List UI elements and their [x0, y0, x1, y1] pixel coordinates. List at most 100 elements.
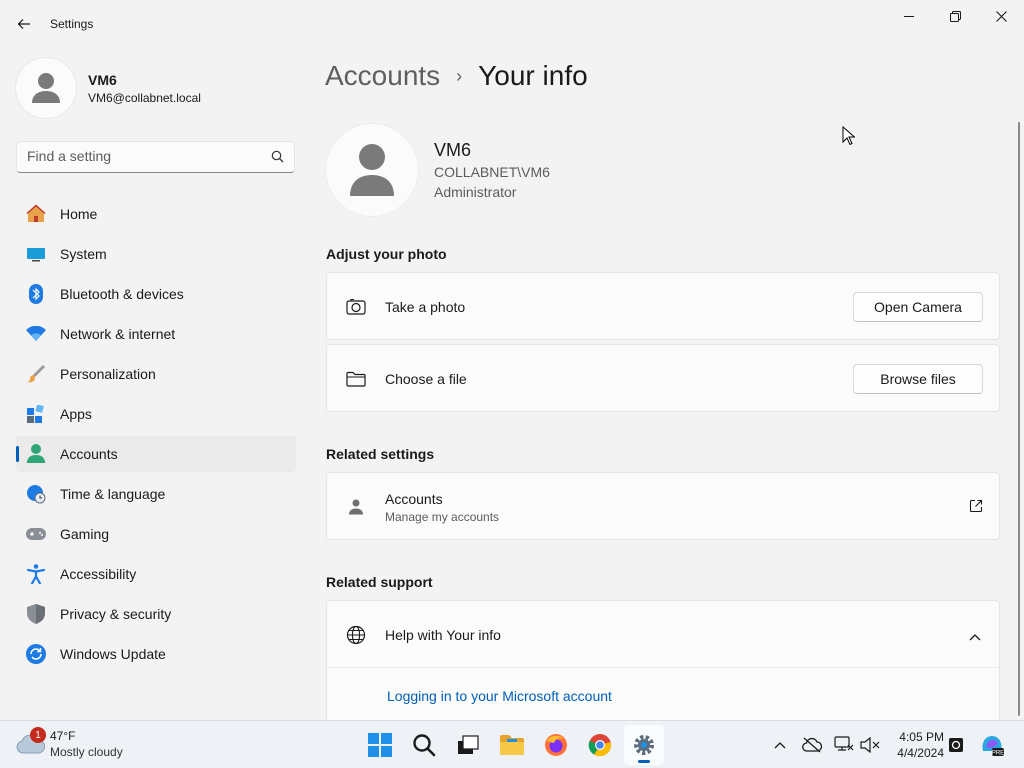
sidebar-item-bluetooth[interactable]: Bluetooth & devices	[16, 276, 296, 312]
chevron-up-icon[interactable]	[969, 628, 981, 646]
globe-clock-icon	[26, 484, 46, 504]
user-avatar	[326, 124, 418, 216]
scrollbar[interactable]	[1018, 122, 1020, 716]
task-view-button[interactable]	[448, 725, 488, 765]
shield-icon	[26, 604, 46, 624]
show-hidden-icons-button[interactable]	[768, 733, 792, 757]
choose-file-card: Choose a file Browse files	[326, 344, 1000, 412]
sidebar-item-label: Gaming	[60, 526, 110, 542]
sidebar-item-network[interactable]: Network & internet	[16, 316, 296, 352]
sidebar-item-apps[interactable]: Apps	[16, 396, 296, 432]
sidebar-item-label: Apps	[60, 406, 92, 422]
sidebar-item-gaming[interactable]: Gaming	[16, 516, 296, 552]
sidebar-profile[interactable]: VM6 VM6@collabnet.local	[16, 58, 296, 118]
dev-build-icon	[949, 738, 963, 752]
gear-icon	[634, 735, 654, 755]
user-role: Administrator	[434, 184, 517, 200]
person-icon	[32, 73, 60, 103]
gamepad-icon	[26, 524, 46, 544]
accounts-link-sub: Manage my accounts	[385, 510, 500, 524]
start-button[interactable]	[360, 725, 400, 765]
browse-files-button[interactable]: Browse files	[853, 364, 983, 394]
external-link-icon	[969, 499, 983, 518]
settings-app-button[interactable]	[624, 725, 664, 765]
sidebar-item-label: Time & language	[60, 486, 166, 502]
svg-text:PRE: PRE	[992, 751, 1004, 757]
sidebar-item-label: Personalization	[60, 366, 156, 382]
sidebar-item-accounts[interactable]: Accounts	[16, 436, 296, 472]
copilot-button[interactable]: PRE	[978, 733, 1006, 757]
onedrive-tray-button[interactable]	[800, 733, 824, 757]
section-title-related-settings: Related settings	[326, 446, 435, 462]
volume-tray-button[interactable]	[858, 733, 882, 757]
sidebar-item-system[interactable]: System	[16, 236, 296, 272]
help-expander-content: Logging in to your Microsoft account	[326, 667, 1000, 727]
help-label: Help with Your info	[385, 627, 501, 643]
taskbar-clock[interactable]: 4:05 PM 4/4/2024	[888, 729, 944, 761]
section-title-related-support: Related support	[326, 574, 433, 590]
focus-tray-button[interactable]	[944, 733, 968, 757]
page-title: Your info	[478, 60, 588, 91]
restore-button[interactable]	[932, 0, 978, 32]
search-icon	[413, 734, 436, 757]
sidebar-item-label: Privacy & security	[60, 606, 172, 622]
open-camera-button[interactable]: Open Camera	[853, 292, 983, 322]
bluetooth-icon	[26, 284, 46, 304]
minimize-icon	[904, 16, 914, 17]
avatar	[16, 58, 76, 118]
taskbar: 1 47°F Mostly cloudy 4:05 PM 4/4/2024 PR…	[0, 720, 1024, 768]
breadcrumb-parent[interactable]: Accounts	[325, 60, 440, 92]
user-info: VM6 COLLABNET\VM6 Administrator	[326, 124, 726, 216]
search-box[interactable]	[16, 141, 295, 173]
sidebar-item-personalization[interactable]: Personalization	[16, 356, 296, 392]
choose-file-label: Choose a file	[385, 371, 467, 387]
clock-date: 4/4/2024	[897, 746, 944, 760]
firefox-icon	[545, 734, 567, 756]
sidebar-item-accessibility[interactable]: Accessibility	[16, 556, 296, 592]
network-icon	[834, 736, 854, 751]
cloud-offline-icon	[802, 737, 822, 753]
chrome-button[interactable]	[580, 725, 620, 765]
update-icon	[26, 644, 46, 664]
sidebar-item-label: Network & internet	[60, 326, 176, 342]
close-button[interactable]	[978, 0, 1024, 32]
weather-widget[interactable]: 1 47°F Mostly cloudy	[16, 727, 166, 763]
accounts-link-card[interactable]: Accounts Manage my accounts	[326, 472, 1000, 540]
accessibility-icon	[26, 564, 46, 584]
back-button[interactable]	[10, 12, 38, 36]
sidebar-item-label: Windows Update	[60, 646, 166, 662]
sidebar-item-label: Accessibility	[60, 566, 137, 582]
sidebar-item-privacy[interactable]: Privacy & security	[16, 596, 296, 632]
wifi-icon	[26, 324, 46, 344]
sidebar-item-time-language[interactable]: Time & language	[16, 476, 296, 512]
mouse-cursor-icon	[842, 125, 856, 151]
sidebar-item-windows-update[interactable]: Windows Update	[16, 636, 296, 672]
minimize-button[interactable]	[886, 0, 932, 32]
globe-icon	[345, 624, 367, 646]
chrome-icon	[588, 734, 612, 757]
file-explorer-button[interactable]	[492, 725, 532, 765]
accounts-icon	[26, 444, 46, 464]
take-photo-label: Take a photo	[385, 299, 466, 315]
back-arrow-icon	[17, 19, 30, 29]
clock-time: 4:05 PM	[899, 730, 944, 744]
help-expander[interactable]: Help with Your info	[326, 600, 1000, 668]
help-link-microsoft-account[interactable]: Logging in to your Microsoft account	[387, 688, 612, 704]
person-icon	[350, 144, 394, 196]
firefox-button[interactable]	[536, 725, 576, 765]
user-name: VM6	[434, 140, 472, 160]
volume-mute-icon	[860, 737, 880, 753]
take-photo-card: Take a photo Open Camera	[326, 272, 1000, 340]
folder-icon	[345, 368, 367, 390]
app-title: Settings	[50, 17, 94, 31]
breadcrumb: Accounts › Your info	[325, 58, 588, 94]
taskbar-search-button[interactable]	[404, 725, 444, 765]
apps-icon	[26, 404, 46, 424]
chevron-right-icon: ›	[456, 65, 463, 86]
copilot-icon: PRE	[982, 736, 1004, 757]
folder-icon	[500, 735, 524, 755]
sidebar-item-home[interactable]: Home	[16, 196, 296, 232]
network-tray-button[interactable]	[832, 733, 856, 757]
search-input[interactable]	[27, 148, 257, 164]
sidebar-item-label: Home	[60, 206, 98, 222]
